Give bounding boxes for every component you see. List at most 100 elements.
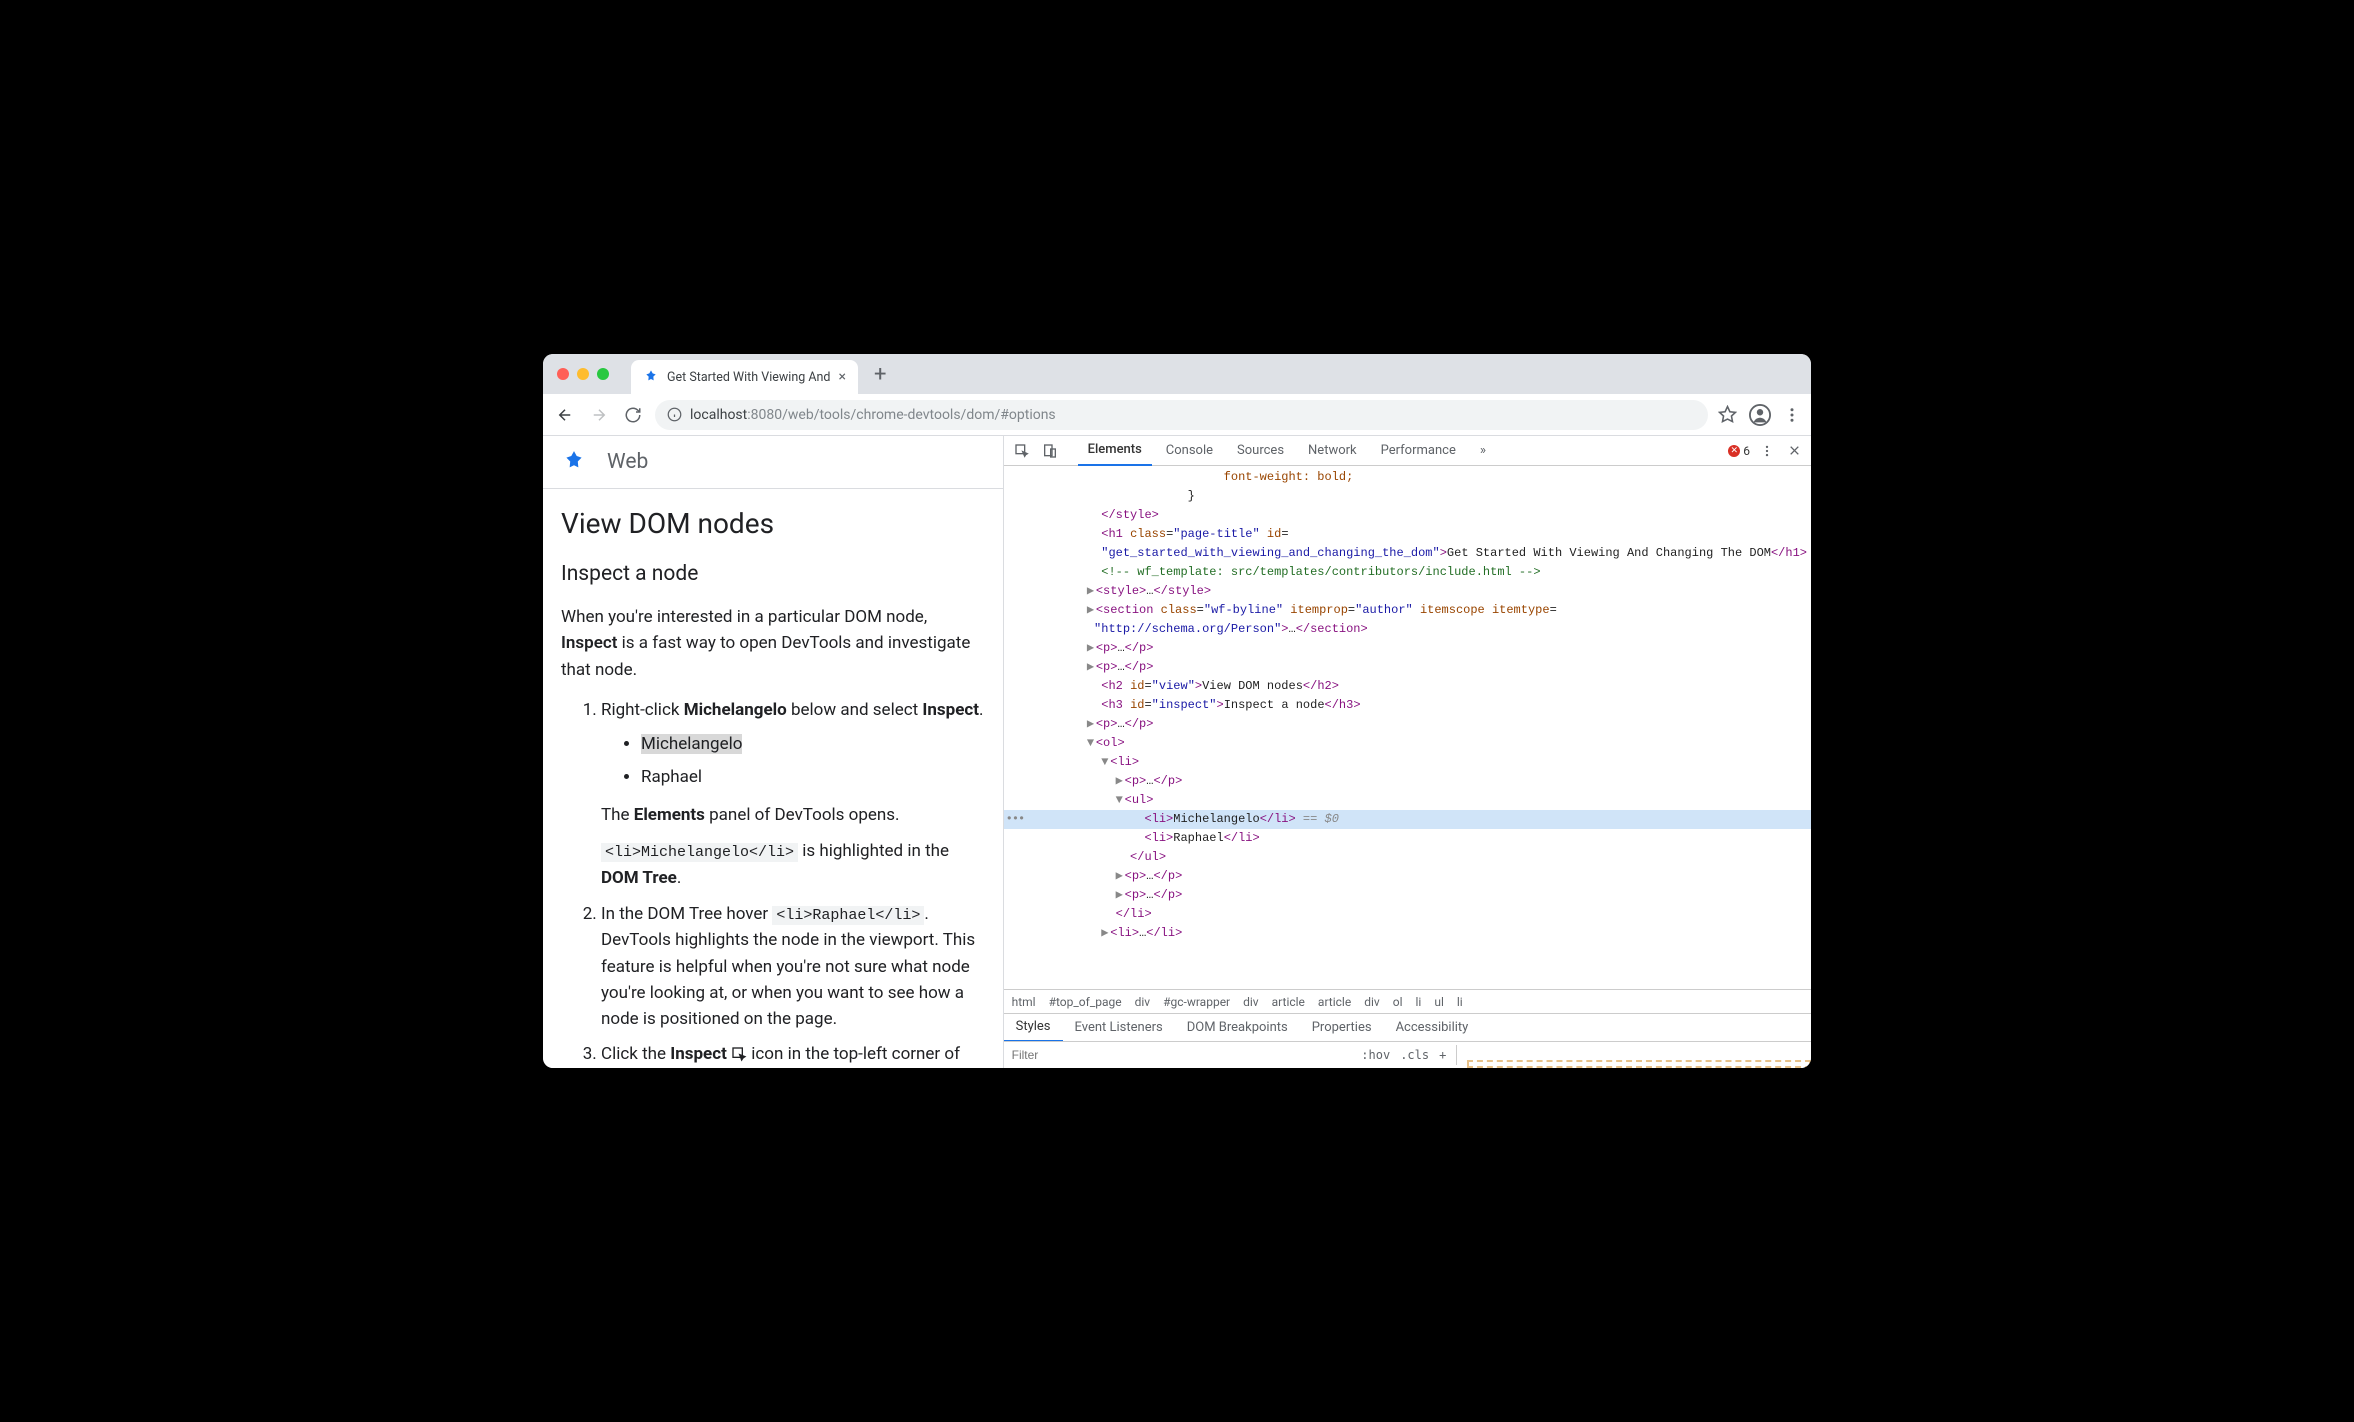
page-heading-h2: View DOM nodes [561,507,985,540]
new-style-rule-button[interactable]: + [1439,1048,1446,1062]
tree-line[interactable]: <li>Raphael</li> [1004,829,1811,848]
tab-console[interactable]: Console [1156,436,1223,466]
subtab-properties[interactable]: Properties [1300,1014,1384,1042]
box-model-preview [1467,1060,1811,1068]
toolbar-right [1718,404,1801,426]
breadcrumb-item[interactable]: div [1243,995,1259,1009]
close-window-button[interactable] [557,368,569,380]
tab-overflow[interactable]: » [1470,436,1496,466]
step-3: Click the Inspect icon in the top-left c… [601,1041,985,1068]
breadcrumb-item[interactable]: li [1457,995,1463,1009]
tree-line[interactable]: } [1004,487,1811,506]
browser-tab[interactable]: Get Started With Viewing And × [631,360,858,394]
maximize-window-button[interactable] [597,368,609,380]
tree-line[interactable]: ▶<section class="wf-byline" itemprop="au… [1004,601,1811,620]
tree-line[interactable]: ▶<p>…</p> [1004,886,1811,905]
tree-line[interactable]: "get_started_with_viewing_and_changing_t… [1004,544,1811,563]
tree-line-selected[interactable]: ••• <li>Michelangelo</li> == $0 [1004,810,1811,829]
step-note: <li>Michelangelo</li> is highlighted in … [601,838,985,891]
tree-line[interactable]: ▼<li> [1004,753,1811,772]
subtab-event-listeners[interactable]: Event Listeners [1063,1014,1175,1042]
new-tab-button[interactable]: + [866,362,894,387]
breadcrumb-item[interactable]: #gc-wrapper [1163,995,1230,1009]
elements-breadcrumb: html #top_of_page div #gc-wrapper div ar… [1004,989,1811,1013]
inspect-element-icon[interactable] [1010,443,1034,459]
tab-network[interactable]: Network [1298,436,1367,466]
browser-menu-icon[interactable] [1783,406,1801,424]
bookmark-icon[interactable] [1718,405,1737,424]
devtools-menu-icon[interactable] [1754,444,1780,458]
styles-filter-row: :hov .cls + [1004,1041,1811,1068]
tree-line[interactable]: ▶<p>…</p> [1004,867,1811,886]
tree-line[interactable]: ▶<style>…</style> [1004,582,1811,601]
address-bar[interactable]: localhost:8080/web/tools/chrome-devtools… [655,400,1708,430]
tree-line[interactable]: </ul> [1004,848,1811,867]
step-note: The Elements panel of DevTools opens. [601,802,985,828]
breadcrumb-item[interactable]: #top_of_page [1049,995,1122,1009]
tree-line[interactable]: ▶<p>…</p> [1004,715,1811,734]
example-list: Michelangelo Raphael [601,731,985,790]
tab-close-button[interactable]: × [838,369,845,385]
tree-line[interactable]: ▼<ol> [1004,734,1811,753]
window-controls [553,368,623,380]
page-body: View DOM nodes Inspect a node When you'r… [543,489,1003,1068]
tree-line[interactable]: ▼<ul> [1004,791,1811,810]
tab-performance[interactable]: Performance [1371,436,1466,466]
tab-sources[interactable]: Sources [1227,436,1294,466]
site-info-icon[interactable] [667,407,682,422]
breadcrumb-item[interactable]: div [1135,995,1151,1009]
device-toolbar-icon[interactable] [1038,443,1062,459]
intro-paragraph: When you're interested in a particular D… [561,604,985,683]
breadcrumb-item[interactable]: li [1415,995,1421,1009]
list-item[interactable]: Michelangelo [641,731,985,757]
tree-line[interactable]: ▶<p>…</p> [1004,639,1811,658]
tree-line[interactable]: <h2 id="view">View DOM nodes</h2> [1004,677,1811,696]
step-2: In the DOM Tree hover <li>Raphael</li>. … [601,901,985,1033]
step-1: Right-click Michelangelo below and selec… [601,697,985,891]
breadcrumb-item[interactable]: ul [1434,995,1444,1009]
site-name: Web [607,450,648,474]
devtools-close-icon[interactable] [1784,444,1805,457]
tree-line[interactable]: <!-- wf_template: src/templates/contribu… [1004,563,1811,582]
tree-line[interactable]: <h3 id="inspect">Inspect a node</h3> [1004,696,1811,715]
profile-icon[interactable] [1749,404,1771,426]
list-item[interactable]: Raphael [641,764,985,790]
breadcrumb-item[interactable]: html [1012,995,1036,1009]
tab-favicon-icon [643,369,659,385]
cls-toggle[interactable]: .cls [1400,1048,1429,1062]
breadcrumb-item[interactable]: div [1364,995,1380,1009]
forward-button[interactable] [587,403,611,427]
styles-tab-bar: Styles Event Listeners DOM Breakpoints P… [1004,1013,1811,1041]
subtab-accessibility[interactable]: Accessibility [1384,1014,1481,1042]
subtab-styles[interactable]: Styles [1004,1014,1063,1042]
tree-line[interactable]: ▶<li>…</li> [1004,924,1811,943]
tree-line[interactable]: ▶<p>…</p> [1004,658,1811,677]
breadcrumb-item[interactable]: article [1272,995,1305,1009]
breadcrumb-item[interactable]: ol [1393,995,1403,1009]
browser-window: Get Started With Viewing And × + localho… [543,354,1811,1068]
browser-toolbar: localhost:8080/web/tools/chrome-devtools… [543,394,1811,436]
tree-line[interactable]: ▶<p>…</p> [1004,772,1811,791]
tab-elements[interactable]: Elements [1078,436,1152,466]
content-area: Web View DOM nodes Inspect a node When y… [543,436,1811,1068]
inspect-cursor-icon [731,1046,747,1062]
reload-button[interactable] [621,403,645,427]
breadcrumb-item[interactable]: article [1318,995,1351,1009]
minimize-window-button[interactable] [577,368,589,380]
styles-filter-input[interactable] [1012,1048,1352,1062]
url-text: localhost:8080/web/tools/chrome-devtools… [690,407,1056,423]
tree-line[interactable]: <h1 class="page-title" id= [1004,525,1811,544]
url-path: /web/tools/chrome-devtools/dom/#options [782,407,1056,423]
hov-toggle[interactable]: :hov [1361,1048,1390,1062]
subtab-dom-breakpoints[interactable]: DOM Breakpoints [1175,1014,1300,1042]
page-heading-h3: Inspect a node [561,562,985,586]
error-count-badge[interactable]: ✕ 6 [1728,444,1750,458]
site-logo-icon [561,449,587,475]
tree-line[interactable]: "http://schema.org/Person">…</section> [1004,620,1811,639]
tree-line[interactable]: font-weight: bold; [1004,468,1811,487]
tree-line[interactable]: </li> [1004,905,1811,924]
tree-line[interactable]: </style> [1004,506,1811,525]
error-icon: ✕ [1728,445,1740,457]
back-button[interactable] [553,403,577,427]
elements-tree[interactable]: font-weight: bold; } </style> <h1 class=… [1004,466,1811,989]
